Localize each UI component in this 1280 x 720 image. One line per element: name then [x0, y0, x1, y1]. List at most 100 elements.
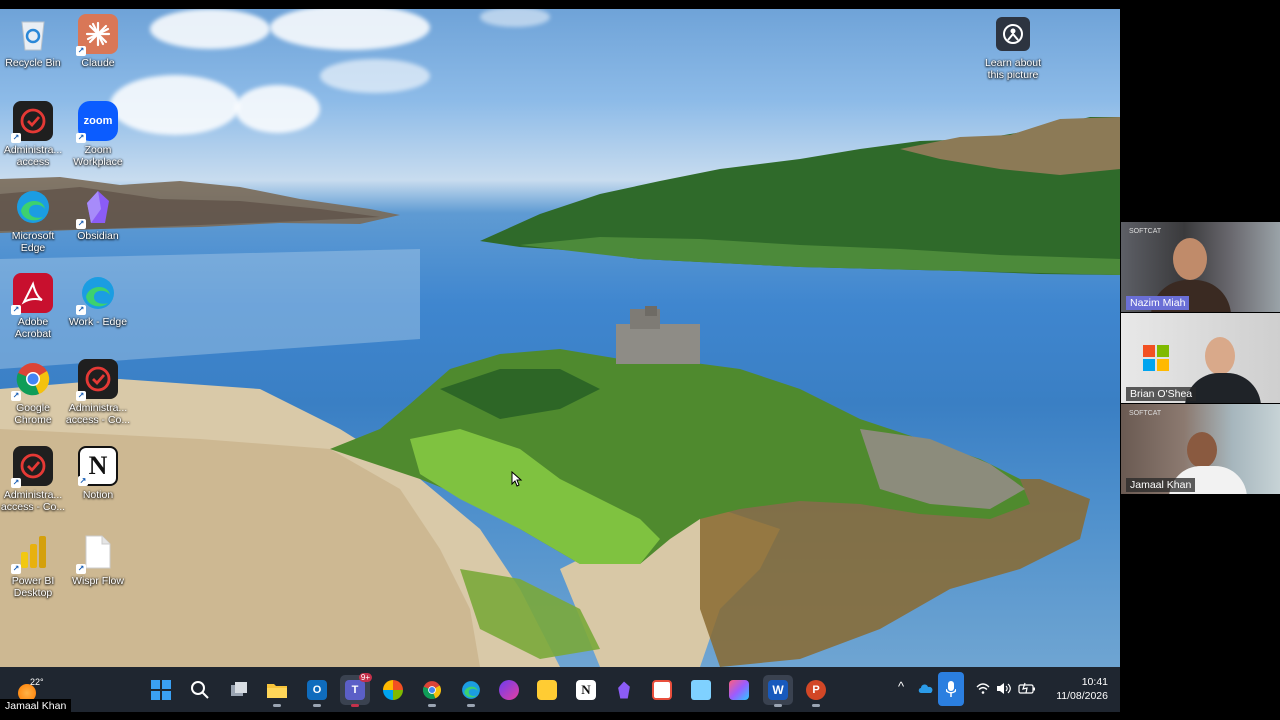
- taskbar-powerpoint[interactable]: P: [801, 675, 831, 707]
- wifi-icon[interactable]: [976, 683, 990, 694]
- desktop-icon-label: Administra... access - Co...: [65, 402, 131, 426]
- desktop-icon-admin-access-co[interactable]: ↗ Administra... access - Co...: [65, 359, 131, 426]
- teams-notification-badge: 9+: [358, 673, 372, 682]
- shortcut-arrow-icon: ↗: [11, 305, 21, 315]
- task-view-button[interactable]: [224, 675, 254, 705]
- chrome-icon: ↗: [11, 359, 53, 401]
- taskbar-word[interactable]: W: [763, 675, 793, 707]
- desktop-icon-label: Recycle Bin: [5, 57, 61, 69]
- participant-name: Jamaal Khan: [1126, 478, 1196, 492]
- notion-icon: N ↗: [78, 446, 118, 486]
- desktop-icon-label: Wispr Flow: [72, 575, 124, 587]
- microphone-icon: [946, 681, 956, 697]
- battery-icon[interactable]: [1018, 682, 1036, 694]
- desktop-icon-obsidian[interactable]: ↗ Obsidian: [65, 187, 131, 242]
- zoom-tile-text: zoom: [83, 115, 113, 127]
- notepad-icon: [691, 680, 711, 700]
- running-indicator: [273, 704, 281, 707]
- desktop-icon-notion[interactable]: N ↗ Notion: [65, 446, 131, 501]
- acrobat-icon: ↗: [11, 273, 53, 315]
- copilot-icon: [499, 680, 519, 700]
- file-icon: ↗: [76, 532, 118, 574]
- participant-head: [1187, 432, 1217, 468]
- shortcut-arrow-icon: ↗: [76, 305, 86, 315]
- admin-access-icon: ↗: [11, 101, 53, 143]
- participant-head: [1173, 238, 1207, 280]
- desktop-icon-adobe-acrobat[interactable]: ↗ Adobe Acrobat: [0, 273, 66, 340]
- sticky-notes-icon: [537, 680, 557, 700]
- background-brand-text: SOFTCAT: [1129, 228, 1162, 235]
- desktop-icon-admin-access[interactable]: ↗ Administra... access: [0, 101, 66, 168]
- desktop-icon-label: Notion: [82, 489, 114, 501]
- weather-temperature: 22°: [30, 677, 44, 687]
- edge-icon: [462, 681, 480, 699]
- desktop-icon-label: Administra... access: [3, 144, 63, 168]
- word-icon: W: [768, 680, 788, 700]
- taskbar-clock[interactable]: 10:41 11/08/2026: [1056, 675, 1108, 703]
- learn-about-picture-label: Learn about this picture: [984, 57, 1042, 81]
- desktop-icon-label: Power BI Desktop: [11, 575, 55, 599]
- volume-icon[interactable]: [996, 682, 1011, 695]
- desktop-icon-microsoft-edge[interactable]: Microsoft Edge: [0, 187, 66, 254]
- participant-tile[interactable]: Brian O'Shea: [1121, 313, 1280, 403]
- desktop-icon-label: Adobe Acrobat: [14, 316, 52, 340]
- powerpoint-icon: P: [806, 680, 826, 700]
- desktop-icon-work-edge[interactable]: ↗ Work - Edge: [65, 273, 131, 328]
- edge-icon: [13, 187, 53, 227]
- learn-about-picture[interactable]: Learn about this picture: [978, 17, 1048, 81]
- running-indicator: [774, 704, 782, 707]
- taskbar-m365[interactable]: [378, 675, 408, 705]
- taskbar-file-explorer[interactable]: [262, 675, 292, 707]
- clock-time: 10:41: [1081, 676, 1108, 688]
- photos-icon: [729, 680, 749, 700]
- onedrive-icon[interactable]: [918, 682, 934, 694]
- taskbar-edge[interactable]: [456, 675, 486, 707]
- search-icon: [191, 681, 209, 699]
- desktop-icon-zoom[interactable]: zoom ↗ Zoom Workplace: [65, 101, 131, 168]
- desktop-icon-wispr-flow[interactable]: ↗ Wispr Flow: [65, 532, 131, 587]
- taskbar: 22° O T 9+ N W P ^ 10:41 11/08/2026: [0, 667, 1120, 712]
- taskbar-copilot[interactable]: [494, 675, 524, 705]
- windows-start-icon: [151, 680, 171, 700]
- shortcut-arrow-icon: ↗: [11, 564, 21, 574]
- shortcut-arrow-icon: ↗: [76, 46, 86, 56]
- edge-work-icon: ↗: [76, 273, 118, 315]
- desktop-icon-label: Zoom Workplace: [73, 144, 123, 168]
- taskbar-snipping-tool[interactable]: [647, 675, 677, 705]
- desktop-icon-claude[interactable]: ↗ Claude: [65, 14, 131, 69]
- zoom-icon: zoom ↗: [76, 101, 118, 143]
- desktop-icon-google-chrome[interactable]: ↗ Google Chrome: [0, 359, 66, 426]
- desktop-icon-label: Work - Edge: [68, 316, 128, 328]
- admin-access-icon: ↗: [11, 446, 53, 488]
- desktop-icon-recycle-bin[interactable]: Recycle Bin: [0, 14, 66, 69]
- taskbar-teams[interactable]: T 9+: [340, 673, 372, 707]
- taskbar-obsidian[interactable]: [609, 675, 639, 705]
- obsidian-icon: ↗: [76, 187, 118, 229]
- taskbar-outlook[interactable]: O: [302, 675, 332, 707]
- microphone-button[interactable]: [938, 672, 964, 706]
- taskbar-notepad[interactable]: [686, 675, 716, 705]
- shortcut-arrow-icon: ↗: [76, 391, 86, 401]
- show-hidden-icons-chevron-icon[interactable]: ^: [898, 679, 904, 694]
- running-indicator: [812, 704, 820, 707]
- taskbar-search-button[interactable]: [185, 675, 215, 705]
- start-button[interactable]: [146, 675, 176, 705]
- shortcut-arrow-icon: ↗: [11, 133, 21, 143]
- desktop-icon-label: Administra... access - Co...: [0, 489, 66, 513]
- taskbar-photos[interactable]: [724, 675, 754, 705]
- snipping-tool-icon: [652, 680, 672, 700]
- system-tray: ^ 10:41 11/08/2026: [890, 667, 1120, 712]
- desktop-icon-power-bi[interactable]: ↗ Power BI Desktop: [0, 532, 66, 599]
- taskbar-sticky-notes[interactable]: [532, 675, 562, 705]
- teams-icon: T: [345, 680, 365, 700]
- taskbar-chrome[interactable]: [417, 675, 447, 707]
- desktop-icon-admin-access-co-2[interactable]: ↗ Administra... access - Co...: [0, 446, 66, 513]
- clock-date: 11/08/2026: [1056, 690, 1108, 702]
- task-view-icon: [231, 682, 247, 696]
- participant-tile[interactable]: SOFTCAT Jamaal Khan: [1121, 404, 1280, 494]
- taskbar-notion[interactable]: N: [571, 675, 601, 705]
- shortcut-arrow-icon: ↗: [76, 219, 86, 229]
- camera-icon: [996, 17, 1030, 51]
- participant-tile[interactable]: SOFTCAT Nazim Miah: [1121, 222, 1280, 312]
- recycle-bin-icon: [13, 14, 53, 54]
